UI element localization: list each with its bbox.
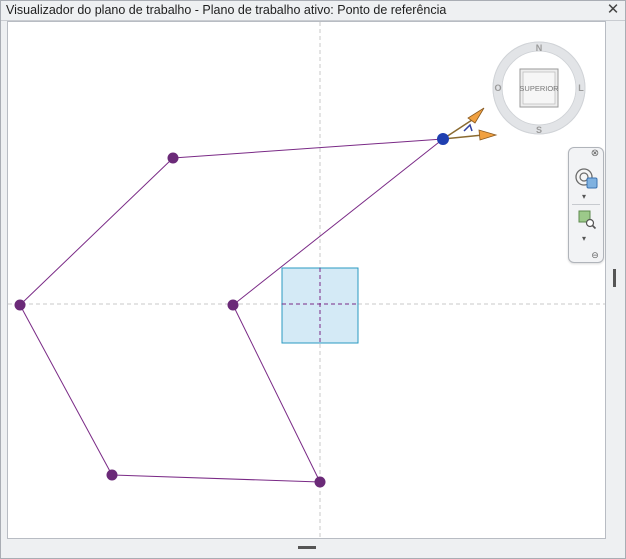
- profile-line[interactable]: [19, 304, 113, 476]
- profile-line[interactable]: [111, 474, 321, 483]
- gizmo-plane-handle-icon[interactable]: [463, 123, 473, 132]
- zoom-region-icon[interactable]: [573, 208, 599, 232]
- profile-line[interactable]: [172, 138, 444, 159]
- resize-grip-right[interactable]: [613, 269, 616, 287]
- title-bar[interactable]: Visualizador do plano de trabalho - Plan…: [1, 1, 625, 21]
- profile-vertex[interactable]: [167, 152, 179, 164]
- work-plane-viewer-window: Visualizador do plano de trabalho - Plan…: [0, 0, 626, 559]
- active-reference-point[interactable]: [437, 133, 449, 145]
- profile-line[interactable]: [19, 157, 174, 306]
- resize-grip-bottom[interactable]: [298, 546, 316, 549]
- steering-wheel-icon[interactable]: [573, 166, 599, 190]
- window-title: Visualizador do plano de trabalho - Plan…: [6, 3, 447, 17]
- steering-wheel-dropdown-icon[interactable]: ▾: [582, 192, 586, 201]
- navbar-options-icon[interactable]: ⊖: [590, 250, 600, 260]
- navbar-separator: [572, 204, 600, 205]
- viewcube[interactable]: SUPERIOR N S L O: [492, 41, 586, 135]
- compass-south-label[interactable]: S: [536, 125, 542, 135]
- compass-east-label[interactable]: L: [578, 83, 584, 93]
- transform-gizmo[interactable]: [442, 107, 498, 141]
- zoom-dropdown-icon[interactable]: ▾: [582, 234, 586, 243]
- close-icon[interactable]: ✕: [605, 2, 621, 18]
- viewcube-face-label: SUPERIOR: [519, 84, 559, 93]
- navigation-bar: ⊗ ▾ ▾ ⊖: [568, 147, 604, 263]
- profile-vertex[interactable]: [14, 299, 26, 311]
- profile-vertex[interactable]: [314, 476, 326, 488]
- profile-vertex[interactable]: [227, 299, 239, 311]
- navbar-close-icon[interactable]: ⊗: [590, 149, 600, 159]
- compass-west-label[interactable]: O: [494, 83, 501, 93]
- compass-north-label[interactable]: N: [536, 43, 543, 53]
- profile-vertex[interactable]: [106, 469, 118, 481]
